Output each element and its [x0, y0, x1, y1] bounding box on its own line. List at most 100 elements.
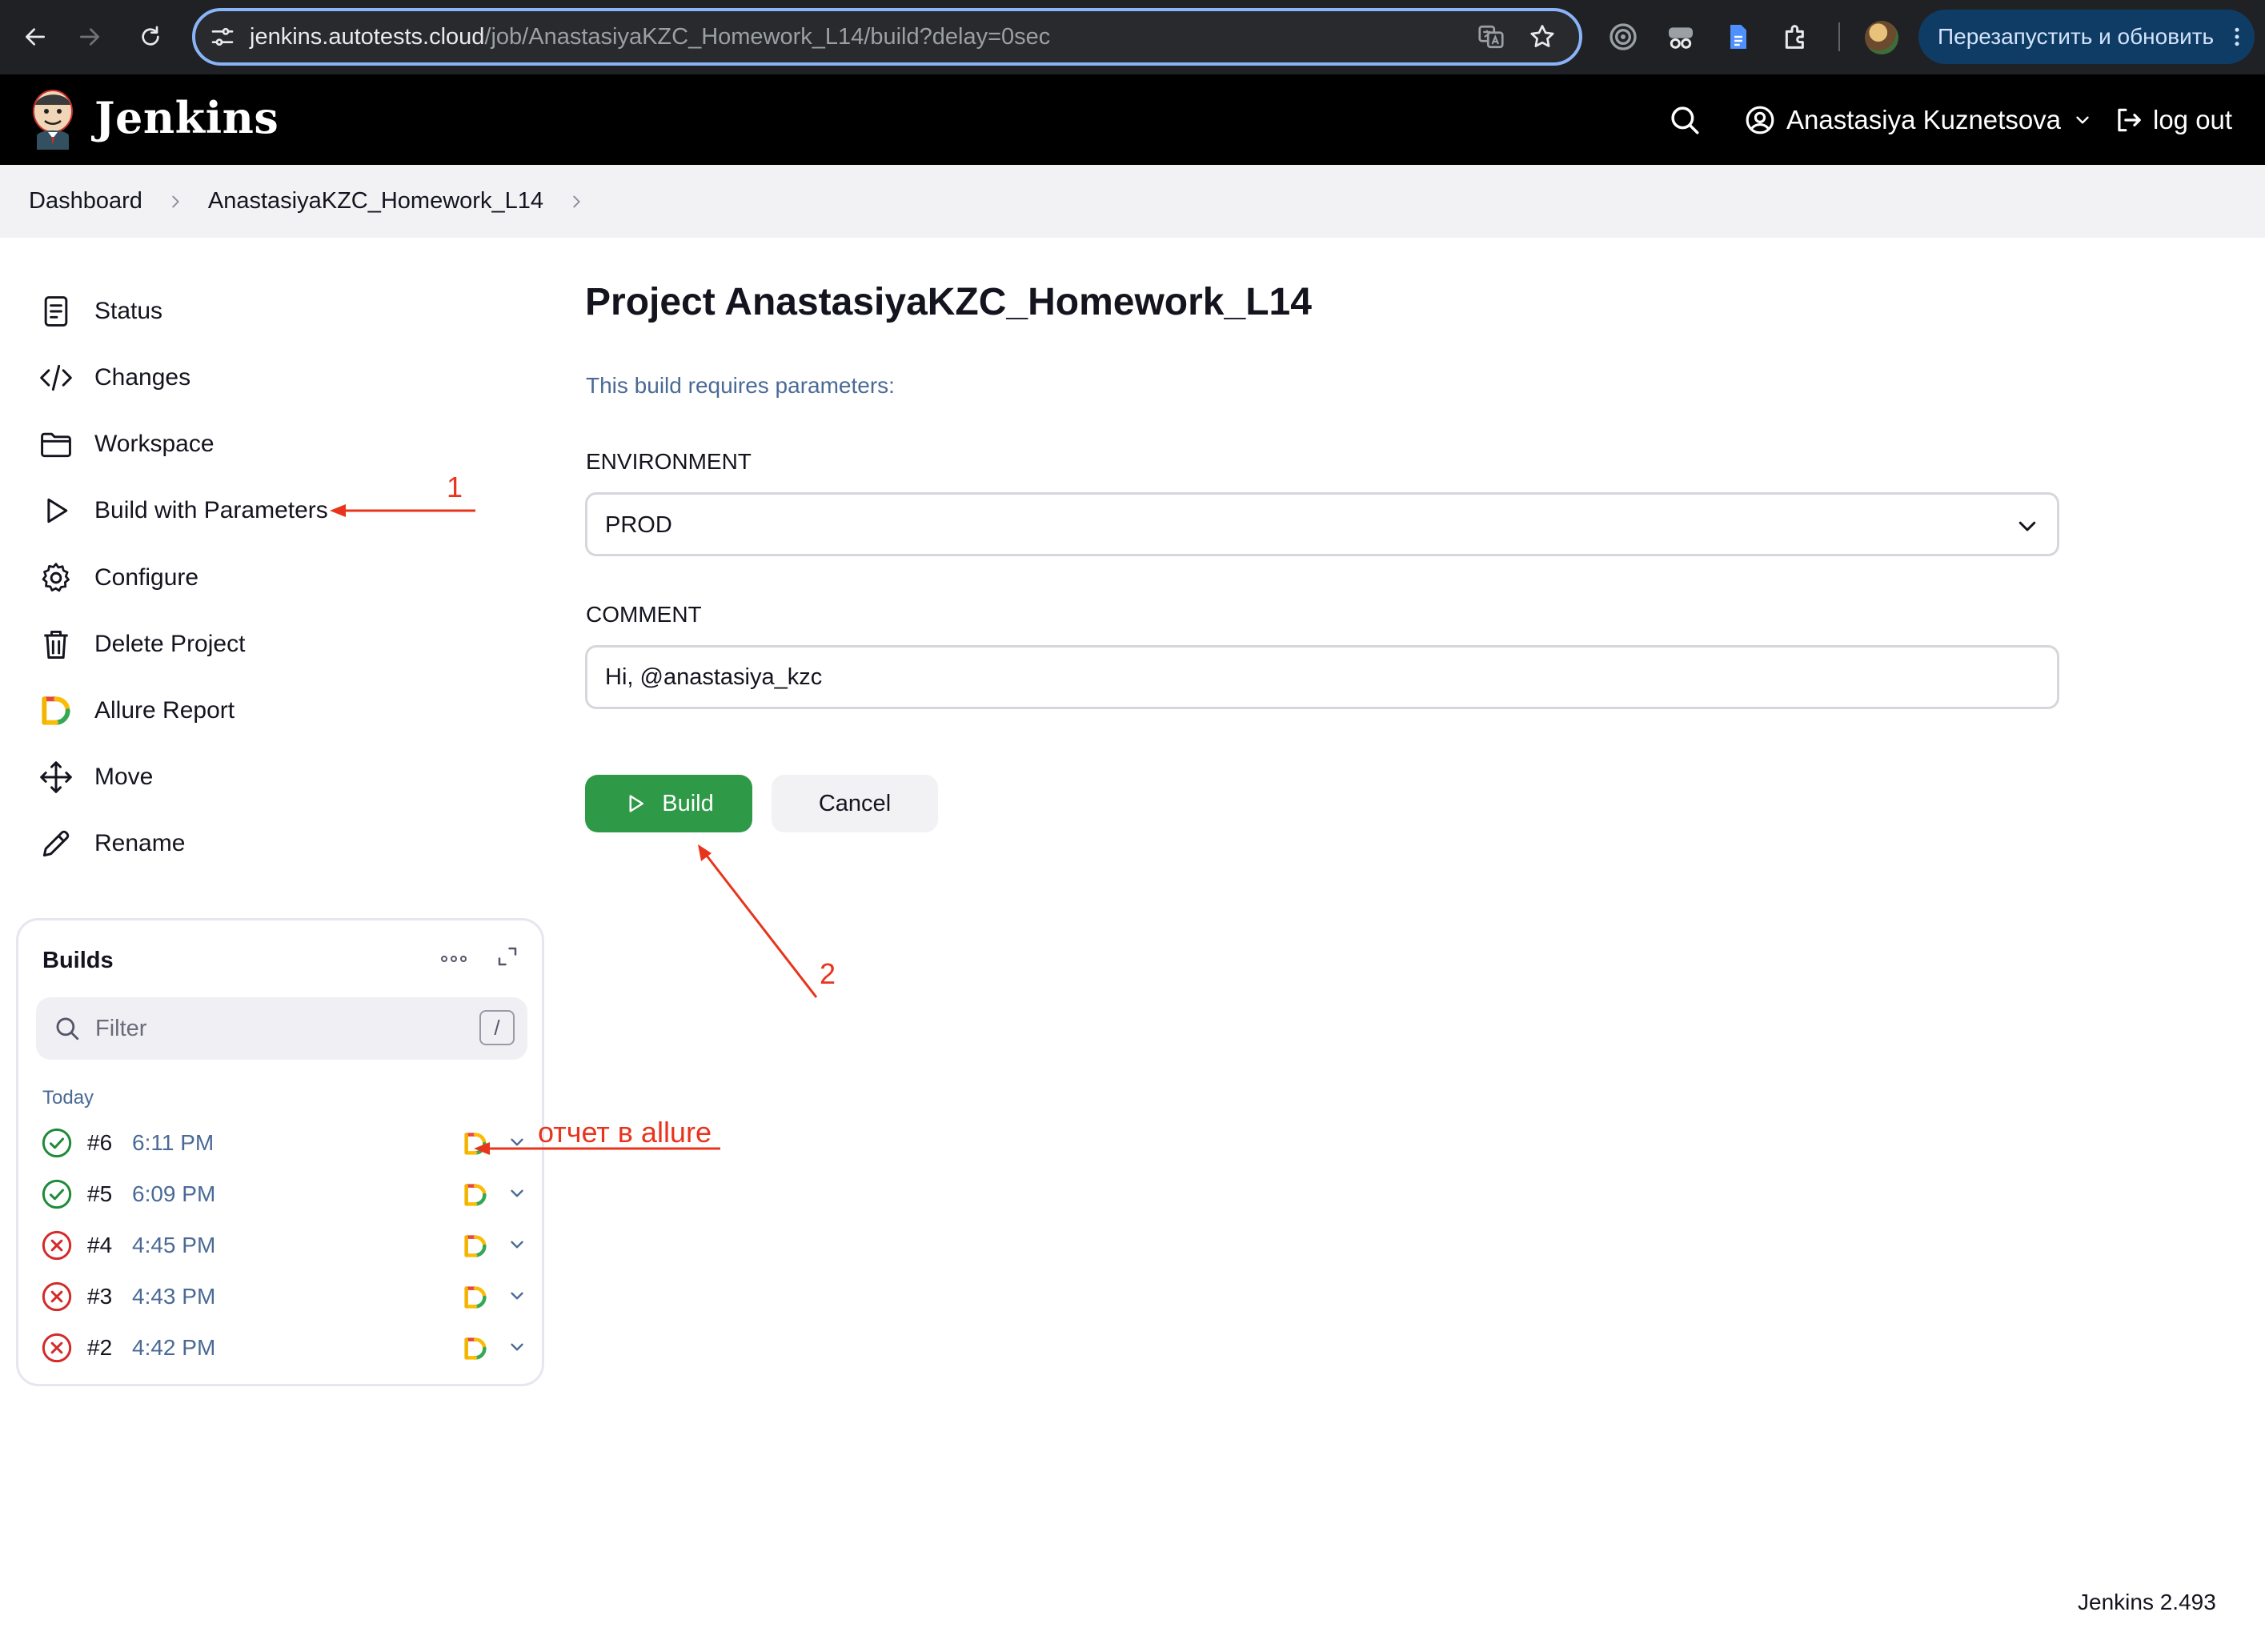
breadcrumb-project[interactable]: AnastasiyaKZC_Homework_L14: [208, 188, 543, 215]
environment-selected-value[interactable]: PROD: [605, 512, 672, 539]
chevron-down-icon[interactable]: [507, 1337, 527, 1357]
annotation-allure-note: отчет в allure: [538, 1116, 712, 1149]
build-time[interactable]: 6:09 PM: [132, 1181, 215, 1207]
builds-filter-input[interactable]: [95, 1008, 447, 1049]
user-icon: [1746, 106, 1774, 134]
toolbar-separator: [1838, 22, 1840, 51]
build-number[interactable]: #5: [87, 1181, 112, 1207]
jenkins-header: Jenkins Anastasiya Kuznetsova log out: [0, 74, 2265, 165]
failed-x-icon: [41, 1281, 73, 1313]
address-bar[interactable]: jenkins.autotests.cloud/job/AnastasiyaKZ…: [192, 8, 1582, 66]
annotation-arrows: [330, 504, 818, 1155]
sidebar-item-allure-report[interactable]: Allure Report: [38, 687, 235, 735]
extension-incognito-icon[interactable]: [1665, 21, 1697, 53]
builds-filter[interactable]: /: [36, 997, 527, 1060]
sidebar-item-move[interactable]: Move: [38, 753, 153, 801]
sidebar-item-changes[interactable]: Changes: [38, 354, 190, 402]
jenkins-brand[interactable]: Jenkins: [94, 92, 279, 143]
gear-icon: [42, 563, 70, 592]
build-time[interactable]: 4:43 PM: [132, 1284, 215, 1309]
site-settings-icon[interactable]: [210, 24, 235, 50]
build-time[interactable]: 6:11 PM: [132, 1130, 214, 1156]
more-horiz-icon[interactable]: [439, 949, 468, 968]
logout-link[interactable]: log out: [2113, 98, 2232, 142]
play-icon: [47, 498, 68, 523]
chevron-down-icon[interactable]: [2015, 514, 2039, 538]
allure-report-icon[interactable]: [462, 1284, 489, 1311]
annotation-arrowhead-2: [698, 844, 712, 861]
allure-report-icon[interactable]: [462, 1335, 489, 1362]
chevron-right-icon: [172, 195, 179, 207]
bookmark-star-icon[interactable]: [1528, 22, 1557, 51]
success-check-icon: [41, 1127, 73, 1159]
requires-parameters-text: This build requires parameters:: [586, 373, 895, 398]
build-number[interactable]: #6: [87, 1130, 112, 1156]
user-name[interactable]: Anastasiya Kuznetsova: [1786, 105, 2061, 135]
jenkins-version[interactable]: Jenkins 2.493: [2078, 1590, 2216, 1615]
sidebar-item-workspace[interactable]: Workspace: [38, 420, 214, 468]
build-number[interactable]: #4: [87, 1233, 112, 1258]
build-time[interactable]: 4:42 PM: [132, 1335, 215, 1361]
chevron-down-icon[interactable]: [507, 1234, 527, 1255]
sidebar-item-rename[interactable]: Rename: [38, 820, 185, 868]
annotation-label-1: 1: [447, 471, 463, 503]
reload-icon[interactable]: [131, 18, 170, 56]
build-row[interactable]: #6 6:11 PM: [41, 1121, 529, 1165]
profile-avatar[interactable]: [1865, 21, 1898, 54]
allure-icon: [42, 696, 70, 725]
build-row[interactable]: #5 6:09 PM: [41, 1172, 529, 1217]
expand-icon[interactable]: [495, 944, 519, 968]
breadcrumb: Dashboard AnastasiyaKZC_Homework_L14: [0, 165, 2265, 238]
build-row[interactable]: #2 4:42 PM: [41, 1325, 529, 1370]
back-icon[interactable]: [16, 18, 54, 56]
chevron-right-icon[interactable]: [567, 193, 585, 211]
environment-label: ENVIRONMENT: [586, 449, 752, 474]
build-number[interactable]: #2: [87, 1335, 112, 1361]
jenkins-logo-icon[interactable]: [27, 87, 78, 151]
allure-report-icon[interactable]: [462, 1181, 489, 1209]
forward-icon[interactable]: [70, 18, 109, 56]
build-time[interactable]: 4:45 PM: [132, 1233, 215, 1258]
browser-chrome: jenkins.autotests.cloud/job/AnastasiyaKZ…: [0, 0, 2265, 74]
environment-select[interactable]: PROD: [585, 492, 2059, 556]
sidebar-item-build-with-parameters[interactable]: Build with Parameters: [38, 487, 328, 535]
sidebar-item-status[interactable]: Status: [38, 287, 162, 335]
annotation-label-2: 2: [820, 957, 836, 990]
builds-group-today: Today: [42, 1087, 94, 1109]
comment-input[interactable]: [585, 645, 2059, 709]
annotation-arrow-2: [700, 848, 818, 998]
sidebar-item-delete-project[interactable]: Delete Project: [38, 620, 245, 668]
failed-x-icon: [41, 1229, 73, 1261]
builds-title: Builds: [42, 948, 114, 973]
build-button[interactable]: Build: [585, 775, 752, 832]
allure-report-icon[interactable]: [462, 1130, 489, 1157]
page-title: Project AnastasiyaKZC_Homework_L14: [585, 281, 1312, 323]
search-icon[interactable]: [1668, 103, 1702, 137]
move-icon: [40, 761, 72, 793]
builds-panel: Builds / Today #6 6:11 PM #5 6:09 PM #4 4:45 …: [16, 918, 544, 1386]
play-icon: [629, 795, 644, 812]
chevron-down-icon[interactable]: [2072, 110, 2093, 130]
build-row[interactable]: #4 4:45 PM: [41, 1223, 529, 1268]
chevron-down-icon[interactable]: [507, 1132, 527, 1153]
sidebar-item-configure[interactable]: Configure: [38, 554, 198, 602]
cancel-button[interactable]: Cancel: [772, 775, 938, 832]
chevron-down-icon[interactable]: [507, 1285, 527, 1306]
user-menu[interactable]: Anastasiya Kuznetsova: [1745, 98, 2093, 142]
build-row[interactable]: #3 4:43 PM: [41, 1274, 529, 1319]
relaunch-update-button[interactable]: Перезапустить и обновить: [1918, 10, 2255, 64]
breadcrumb-dashboard[interactable]: Dashboard: [29, 188, 142, 215]
allure-report-icon[interactable]: [462, 1233, 489, 1260]
url-text[interactable]: jenkins.autotests.cloud/job/AnastasiyaKZ…: [250, 24, 1050, 50]
extension-target-icon[interactable]: [1607, 21, 1639, 53]
more-vert-icon: [2235, 27, 2239, 46]
extension-document-icon[interactable]: [1722, 21, 1754, 53]
translate-icon[interactable]: [1477, 22, 1505, 51]
extensions-puzzle-icon[interactable]: [1780, 21, 1812, 53]
success-check-icon: [41, 1178, 73, 1210]
folder-icon: [41, 432, 71, 458]
chevron-down-icon[interactable]: [507, 1183, 527, 1204]
build-number[interactable]: #3: [87, 1284, 112, 1309]
pencil-icon: [42, 830, 70, 857]
code-icon: [40, 364, 72, 391]
